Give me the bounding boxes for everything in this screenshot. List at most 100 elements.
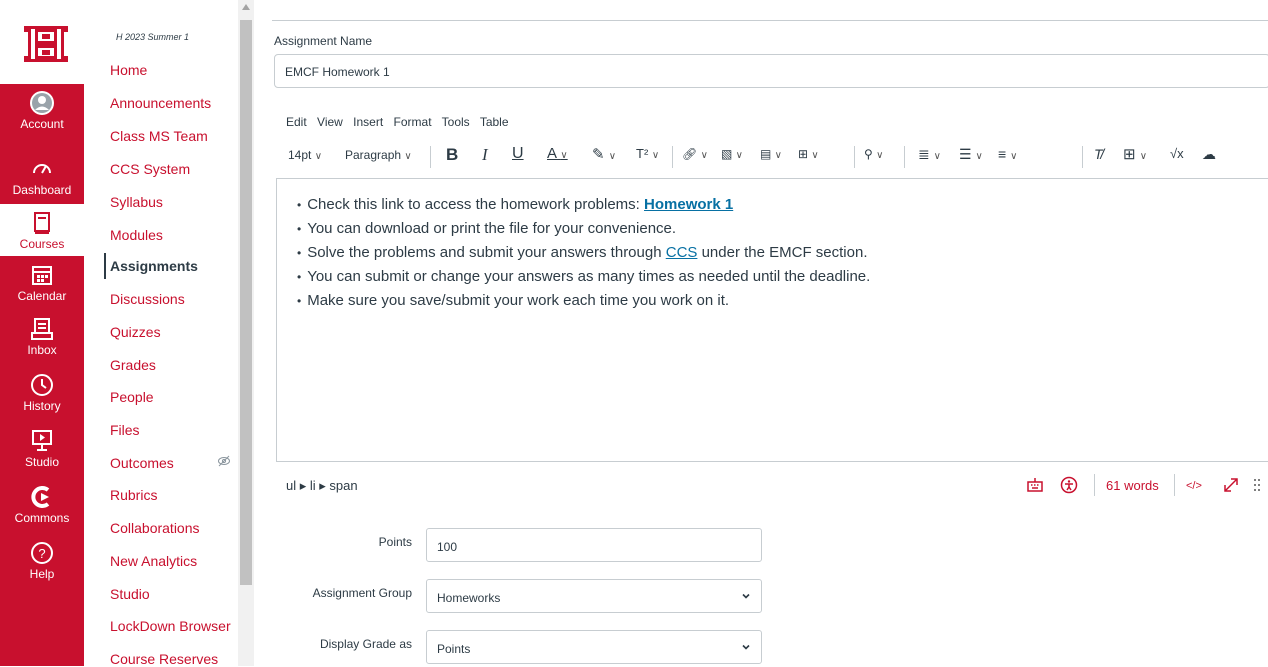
highlight-color-icon[interactable]: ✎ ∨ — [592, 145, 616, 163]
display-grade-select[interactable]: Points — [426, 630, 762, 664]
underline-icon[interactable]: U — [512, 145, 524, 163]
menu-tools[interactable]: Tools — [442, 115, 470, 129]
block-format-value: Paragraph — [345, 148, 402, 162]
gnav-account-label: Account — [20, 117, 64, 131]
courses-icon — [34, 212, 50, 234]
gnav-courses[interactable]: Courses — [0, 204, 84, 256]
font-size-select[interactable]: 14pt ∨ — [288, 148, 322, 162]
list-item-text: Solve the problems and submit your answe… — [307, 244, 666, 261]
list-item-text-after: under the EMCF section. — [697, 244, 868, 261]
toolbar-divider — [672, 146, 673, 168]
assignment-group-select[interactable]: Homeworks — [426, 579, 762, 613]
course-nav-collaborations[interactable]: Collaborations — [110, 520, 200, 536]
gnav-help[interactable]: ? Help — [0, 540, 84, 592]
dashboard-icon — [33, 164, 51, 174]
word-count[interactable]: 61 words — [1106, 478, 1159, 493]
list-item: Solve the problems and submit your answe… — [297, 241, 1268, 265]
resize-handle-icon[interactable] — [1252, 476, 1262, 494]
menu-table[interactable]: Table — [480, 115, 509, 129]
homework-link[interactable]: Homework 1 — [644, 196, 733, 213]
course-nav-quizzes[interactable]: Quizzes — [110, 324, 161, 340]
gnav-commons[interactable]: Commons — [0, 484, 84, 536]
gnav-inbox[interactable]: Inbox — [0, 316, 84, 368]
gnav-commons-label: Commons — [14, 511, 70, 525]
course-nav-modules[interactable]: Modules — [110, 227, 163, 243]
equation-icon[interactable]: √x — [1170, 146, 1184, 161]
hidden-eye-icon — [218, 455, 230, 467]
course-nav-rubrics[interactable]: Rubrics — [110, 487, 157, 503]
clear-formatting-icon[interactable]: T̸ — [1094, 146, 1103, 162]
cloud-icon[interactable]: ☁︎ — [1202, 146, 1216, 163]
chevron-down-icon: ∨ — [404, 151, 412, 162]
course-nav-syllabus[interactable]: Syllabus — [110, 194, 163, 210]
keyboard-icon[interactable] — [1026, 476, 1044, 494]
points-input[interactable]: 100 — [426, 528, 762, 562]
course-nav-ccs-system[interactable]: CCS System — [110, 161, 190, 177]
assignment-name-input[interactable]: EMCF Homework 1 — [274, 54, 1268, 88]
calendar-icon — [32, 266, 52, 285]
ccs-link[interactable]: CCS — [666, 244, 698, 261]
accessibility-icon[interactable] — [1060, 476, 1078, 494]
font-size-value: 14pt — [288, 148, 312, 162]
text-color-icon[interactable]: A ∨ — [547, 145, 568, 162]
superscript-icon[interactable]: T² ∨ — [636, 146, 659, 161]
course-nav-grades[interactable]: Grades — [110, 357, 156, 373]
chevron-down-icon: ∨ — [314, 151, 323, 162]
course-nav-discussions[interactable]: Discussions — [110, 291, 185, 307]
table-icon[interactable]: ⊞ ∨ — [1123, 145, 1147, 163]
list-item: Check this link to access the homework p… — [297, 193, 1268, 217]
menu-format[interactable]: Format — [394, 115, 432, 129]
course-nav-files[interactable]: Files — [110, 422, 140, 438]
menu-insert[interactable]: Insert — [353, 115, 383, 129]
course-nav-class-ms-team[interactable]: Class MS Team — [110, 128, 208, 144]
gnav-account[interactable]: Account — [0, 90, 84, 142]
course-nav-studio[interactable]: Studio — [110, 586, 150, 602]
gnav-studio[interactable]: Studio — [0, 428, 84, 480]
indent-icon[interactable]: ≡ ∨ — [998, 146, 1017, 162]
points-label: Points — [378, 535, 412, 549]
list-item-text: You can download or print the file for y… — [307, 220, 677, 237]
course-nav-lockdown-browser[interactable]: LockDown Browser — [110, 618, 231, 634]
course-nav-new-analytics[interactable]: New Analytics — [110, 553, 197, 569]
element-path[interactable]: ul ▸ li ▸ span — [286, 478, 358, 494]
gnav-calendar[interactable]: Calendar — [0, 262, 84, 314]
logo-area[interactable] — [0, 0, 84, 84]
help-icon: ? — [31, 542, 53, 564]
image-icon[interactable]: ▧ ∨ — [721, 147, 743, 161]
course-nav-people[interactable]: People — [110, 389, 154, 405]
course-nav-assignments[interactable]: Assignments — [104, 253, 198, 279]
list-item-text: You can submit or change your answers as… — [307, 268, 871, 285]
assignment-group-value: Homeworks — [437, 591, 501, 605]
course-nav-home[interactable]: Home — [110, 62, 147, 78]
gnav-dashboard[interactable]: Dashboard — [0, 156, 84, 208]
account-icon — [30, 91, 54, 115]
inbox-icon — [31, 318, 53, 340]
toolbar-divider — [1082, 146, 1083, 168]
link-icon[interactable]: 🔗︎ ∨ — [682, 147, 708, 161]
gnav-history[interactable]: History — [0, 372, 84, 424]
italic-icon[interactable]: I — [482, 145, 488, 165]
bold-icon[interactable]: B — [446, 145, 458, 165]
html-editor-toggle[interactable]: </> — [1186, 480, 1202, 492]
editor-menubar: Edit View Insert Format Tools Table — [286, 115, 516, 129]
gnav-history-label: History — [23, 399, 61, 413]
course-nav-outcomes[interactable]: Outcomes — [110, 455, 174, 471]
bullet-list-icon[interactable]: ☰ ∨ — [959, 146, 983, 163]
course-nav-course-reserves[interactable]: Course Reserves — [110, 651, 218, 667]
block-format-select[interactable]: Paragraph ∨ — [345, 148, 412, 162]
rich-text-editor[interactable]: Check this link to access the homework p… — [276, 178, 1268, 462]
menu-edit[interactable]: Edit — [286, 115, 307, 129]
course-nav-announcements[interactable]: Announcements — [110, 95, 211, 111]
plugin-icon[interactable]: ⚲ ∨ — [864, 147, 883, 161]
scrollbar-thumb[interactable] — [240, 20, 252, 585]
align-icon[interactable]: ≣ ∨ — [918, 146, 941, 163]
display-grade-value: Points — [437, 642, 471, 656]
fullscreen-icon[interactable] — [1222, 476, 1240, 494]
document-icon[interactable]: ▤ ∨ — [760, 147, 782, 161]
instructions-list: Check this link to access the homework p… — [297, 193, 1268, 313]
status-divider — [1094, 474, 1095, 496]
course-nav-scrollbar[interactable] — [238, 0, 254, 666]
menu-view[interactable]: View — [317, 115, 343, 129]
scroll-up-arrow-icon[interactable] — [242, 4, 250, 10]
embed-icon[interactable]: ⊞ ∨ — [798, 147, 819, 161]
